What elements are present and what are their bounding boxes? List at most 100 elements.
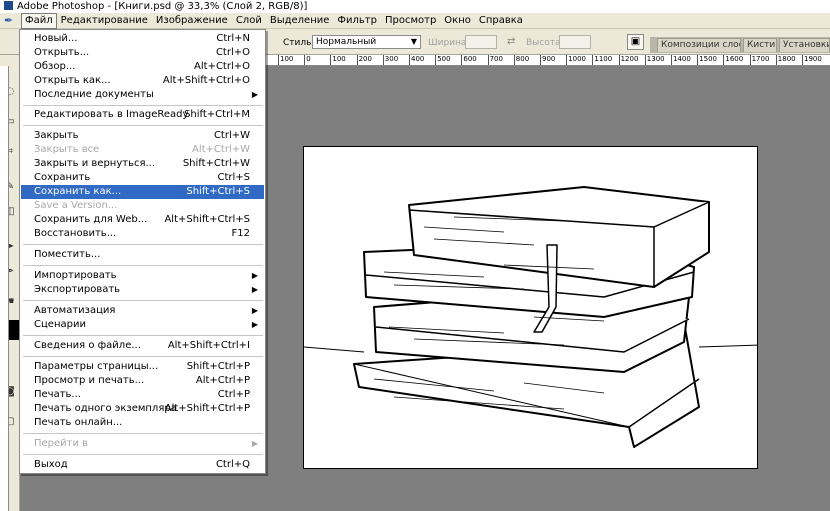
- menu-bar: ✒ Файл Редактирование Изображение Слой В…: [0, 12, 830, 29]
- menu-item-close-and-return[interactable]: Закрыть и вернуться... Shift+Ctrl+W: [21, 157, 264, 171]
- menu-separator: [23, 244, 263, 245]
- menu-item-save-for-web[interactable]: Сохранить для Web... Alt+Shift+Ctrl+S: [21, 213, 264, 227]
- menu-item-save-version: Save a Version...: [21, 199, 264, 213]
- menu-separator: [23, 356, 263, 357]
- menu-item-label: Поместить...: [34, 249, 101, 260]
- width-input[interactable]: [465, 35, 497, 49]
- ruler-tick-label: 1400: [671, 55, 691, 65]
- shortcut-label: Ctrl+N: [216, 33, 250, 44]
- menu-item-import[interactable]: Импортировать ▶: [21, 269, 264, 283]
- ruler-tick-label: 1000: [566, 55, 586, 65]
- ruler-tick-label: 1700: [749, 55, 769, 65]
- swap-dimensions-icon[interactable]: ⇄: [507, 36, 515, 47]
- menu-item-label: Параметры страницы...: [34, 361, 159, 372]
- menu-item-open[interactable]: Открыть... Ctrl+O: [21, 46, 264, 60]
- shortcut-label: Alt+Ctrl+P: [195, 375, 250, 386]
- menu-item-automate[interactable]: Автоматизация ▶: [21, 304, 264, 318]
- menu-item-label: Save a Version...: [34, 200, 118, 211]
- ruler-tick-label: 500: [435, 55, 451, 65]
- menu-item-label: Закрыть и вернуться...: [34, 158, 156, 169]
- menu-separator: [23, 105, 263, 106]
- submenu-arrow-icon: ▶: [251, 285, 258, 294]
- ruler-tick-label: 1300: [644, 55, 665, 65]
- menu-item-print-online[interactable]: Печать онлайн...: [21, 416, 264, 430]
- menu-item-open-as[interactable]: Открыть как... Alt+Shift+Ctrl+O: [21, 74, 264, 88]
- menu-item-label: Открыть как...: [34, 75, 111, 86]
- submenu-arrow-icon: ▶: [251, 439, 258, 448]
- shortcut-label: Ctrl+S: [217, 172, 250, 183]
- menu-item-label: Сохранить: [34, 172, 91, 183]
- shortcut-label: Ctrl+O: [215, 47, 250, 58]
- menu-separator: [23, 454, 263, 455]
- menu-item-place[interactable]: Поместить...: [21, 248, 264, 262]
- menu-separator: [23, 125, 263, 126]
- menu-separator: [23, 265, 263, 266]
- menu-item-scripts[interactable]: Сценарии ▶: [21, 318, 264, 332]
- submenu-arrow-icon: ▶: [251, 90, 258, 99]
- palette-browser-icon[interactable]: ▣: [627, 34, 644, 50]
- ruler-tick-label: 1900: [802, 55, 822, 65]
- menu-window[interactable]: Окно: [440, 14, 475, 28]
- shortcut-label: Alt+Ctrl+O: [194, 61, 250, 72]
- menu-image[interactable]: Изображение: [152, 14, 232, 28]
- ruler-tick-label: 1600: [723, 55, 743, 65]
- height-input[interactable]: [559, 35, 591, 49]
- menu-item-label: Сохранить как...: [34, 186, 122, 197]
- menu-select[interactable]: Выделение: [266, 14, 334, 28]
- menu-item-label: Перейти в: [34, 438, 89, 449]
- shortcut-label: Shift+Ctrl+W: [182, 158, 250, 169]
- menu-item-print-one-copy[interactable]: Печать одного экземпляра Alt+Shift+Ctrl+P: [21, 402, 264, 416]
- menu-item-new[interactable]: Новый... Ctrl+N: [21, 32, 264, 46]
- menu-item-label: Сохранить для Web...: [34, 214, 148, 225]
- ruler-tick-label: 1500: [697, 55, 717, 65]
- tab-brushes[interactable]: Кисти: [743, 38, 777, 52]
- menu-filter[interactable]: Фильтр: [333, 14, 381, 28]
- shortcut-label: F12: [231, 228, 250, 239]
- books-sketch-image: [304, 186, 757, 448]
- menu-item-recent[interactable]: Последние документы ▶: [21, 88, 264, 102]
- menu-item-file-info[interactable]: Сведения о файле... Alt+Shift+Ctrl+I: [21, 339, 264, 353]
- menu-separator: [23, 335, 263, 336]
- menu-file[interactable]: Файл: [21, 12, 57, 29]
- menu-item-label: Обзор...: [34, 61, 76, 72]
- menu-item-edit-imageready[interactable]: Редактировать в ImageReady Shift+Ctrl+M: [21, 108, 264, 122]
- menu-item-print[interactable]: Печать... Ctrl+P: [21, 388, 264, 402]
- menu-item-save-as[interactable]: Сохранить как... Shift+Ctrl+S: [21, 185, 264, 199]
- window-title-bar: Adobe Photoshop - [Книги.psd @ 33,3% (Сл…: [0, 0, 830, 13]
- tab-layer-comps[interactable]: Композиции слоев: [657, 38, 741, 52]
- menu-view[interactable]: Просмотр: [381, 14, 440, 28]
- menu-separator: [23, 300, 263, 301]
- ruler-tick-label: 600: [461, 55, 477, 65]
- menu-item-label: Просмотр и печать...: [34, 375, 145, 386]
- horizontal-ruler: 100 0 100 200 300 400 500 600 700 800 900 1000 1100 1…: [266, 55, 830, 66]
- menu-item-save[interactable]: Сохранить Ctrl+S: [21, 171, 264, 185]
- shortcut-label: Ctrl+P: [217, 389, 250, 400]
- menu-item-browse[interactable]: Обзор... Alt+Ctrl+O: [21, 60, 264, 74]
- document-canvas[interactable]: [303, 146, 758, 469]
- shortcut-label: Alt+Ctrl+W: [192, 144, 250, 155]
- menu-item-close-all: Закрыть все Alt+Ctrl+W: [21, 143, 264, 157]
- menu-layer[interactable]: Слой: [232, 14, 266, 28]
- app-feather-icon[interactable]: ✒: [4, 14, 18, 27]
- menu-item-exit[interactable]: Выход Ctrl+Q: [21, 458, 264, 472]
- menu-item-page-setup[interactable]: Параметры страницы... Shift+Ctrl+P: [21, 360, 264, 374]
- menu-edit[interactable]: Редактирование: [57, 14, 152, 28]
- style-select[interactable]: Нормальный ▼: [312, 35, 421, 49]
- shortcut-label: Alt+Shift+Ctrl+P: [164, 403, 250, 414]
- menu-item-export[interactable]: Экспортировать ▶: [21, 283, 264, 297]
- menu-item-label: Редактировать в ImageReady: [34, 109, 189, 120]
- menu-item-print-preview[interactable]: Просмотр и печать... Alt+Ctrl+P: [21, 374, 264, 388]
- ruler-tick-label: 1100: [592, 55, 612, 65]
- menu-item-label: Новый...: [34, 33, 78, 44]
- submenu-arrow-icon: ▶: [251, 306, 258, 315]
- ruler-tick-label: 900: [540, 55, 555, 65]
- menu-item-jump-to: Перейти в ▶: [21, 437, 264, 451]
- ruler-tick-label: 200: [356, 55, 372, 65]
- menu-item-revert[interactable]: Восстановить... F12: [21, 227, 264, 241]
- menu-help[interactable]: Справка: [475, 14, 527, 28]
- menu-item-label: Печать одного экземпляра: [34, 403, 177, 414]
- menu-item-close[interactable]: Закрыть Ctrl+W: [21, 129, 264, 143]
- ruler-tick-label: 100: [330, 55, 346, 65]
- ruler-tick-label: 400: [409, 55, 424, 65]
- tab-presets[interactable]: Установки и: [779, 38, 830, 52]
